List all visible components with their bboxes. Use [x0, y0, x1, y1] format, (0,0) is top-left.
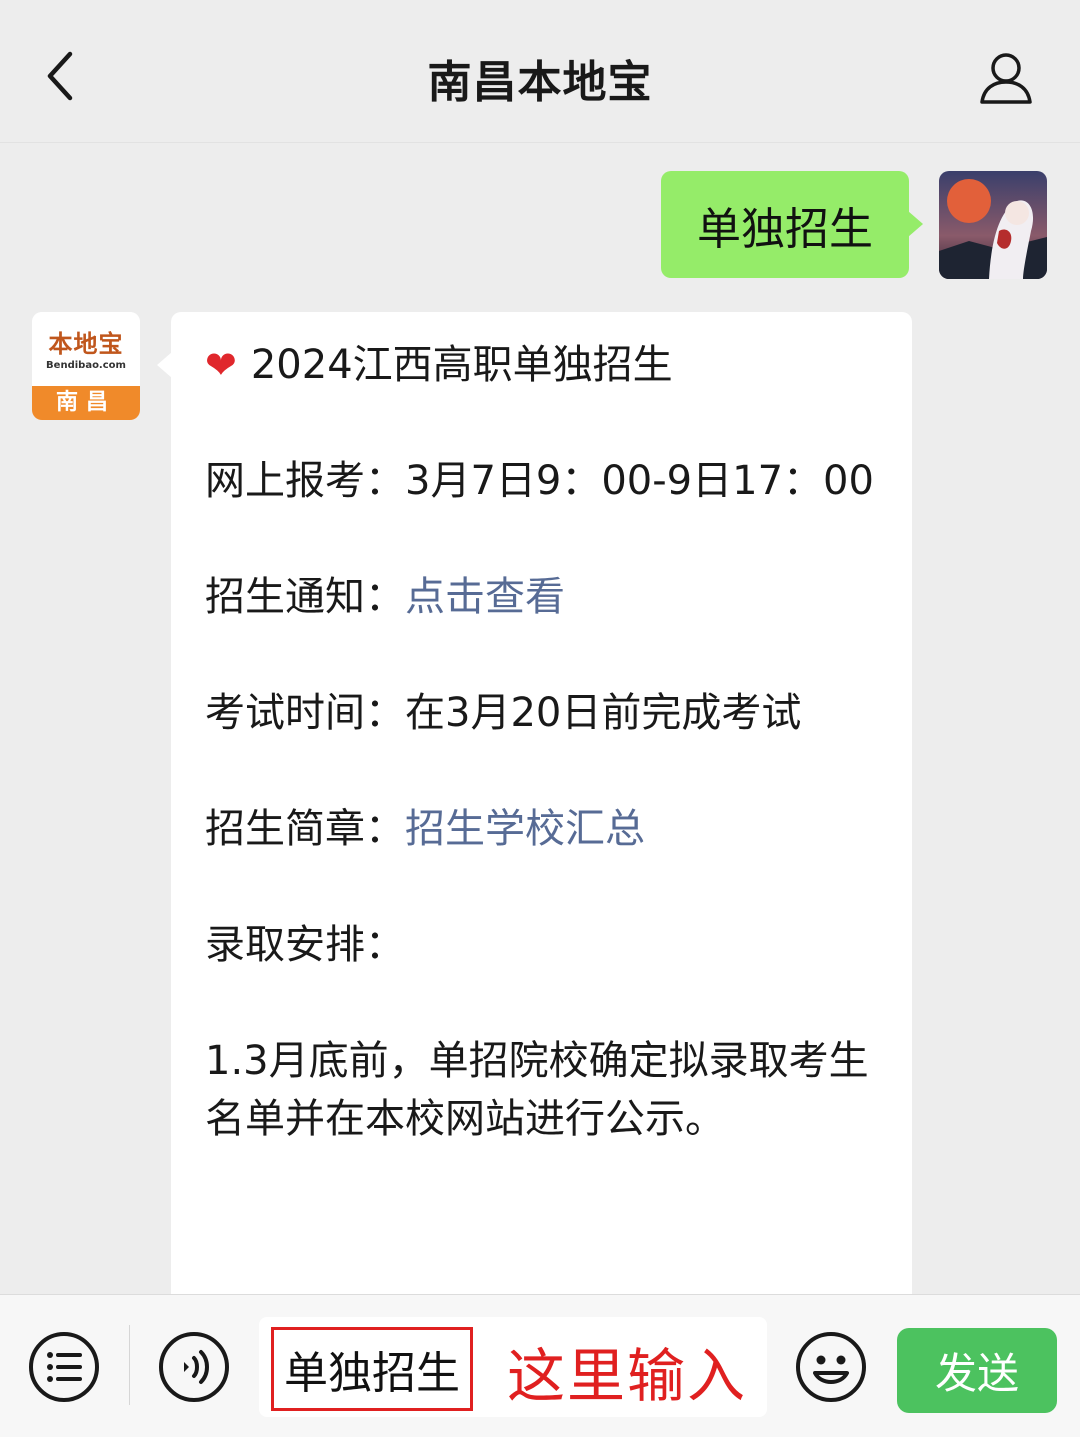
- bot-logo: 本地宝 Bendibao.com: [32, 312, 140, 384]
- exam-time-text: 考试时间：在3月20日前完成考试: [205, 690, 802, 736]
- profile-icon[interactable]: [978, 50, 1034, 106]
- notice-line: 招生通知：点击查看: [205, 568, 882, 626]
- user-message-bubble[interactable]: 单独招生: [661, 171, 923, 278]
- top-bar: 南昌本地宝: [0, 0, 1080, 143]
- emoji-icon[interactable]: [795, 1331, 867, 1403]
- page-title: 南昌本地宝: [427, 57, 653, 108]
- heart-icon: ❤: [205, 343, 237, 387]
- user-message-text: 单独招生: [697, 203, 873, 255]
- user-avatar[interactable]: [939, 171, 1047, 279]
- admission-label: 录取安排：: [205, 922, 405, 968]
- notice-label: 招生通知：: [205, 574, 405, 620]
- logo-city: 南昌: [32, 386, 140, 420]
- menu-icon[interactable]: [28, 1331, 100, 1403]
- logo-subtext: Bendibao.com: [46, 360, 126, 371]
- logo-text: 本地宝: [48, 329, 124, 358]
- brochure-label: 招生简章：: [205, 806, 405, 852]
- brochure-link[interactable]: 招生学校汇总: [405, 806, 645, 852]
- bot-message-bubble: ❤ 2024江西高职单独招生 网上报考：3月7日9：00-9日17：00 招生通知…: [157, 312, 912, 1312]
- admission-item-1: 1.3月底前，单招院校确定拟录取考生名单并在本校网站进行公示。: [205, 1038, 869, 1142]
- voice-icon[interactable]: [158, 1331, 230, 1403]
- message-heading: ❤ 2024江西高职单独招生: [205, 342, 673, 388]
- online-registration-text: 网上报考：3月7日9：00-9日17：00: [205, 458, 874, 504]
- input-value: 单独招生: [271, 1327, 473, 1411]
- divider: [129, 1325, 130, 1405]
- annotation-text: 这里输入: [507, 1342, 748, 1410]
- send-button[interactable]: 发送: [897, 1328, 1057, 1413]
- notice-link[interactable]: 点击查看: [405, 574, 565, 620]
- brochure-line: 招生简章：招生学校汇总: [205, 800, 882, 858]
- bot-avatar[interactable]: 本地宝 Bendibao.com 南昌: [32, 312, 140, 420]
- input-bar: 单独招生 这里输入 发送: [0, 1294, 1080, 1437]
- message-input[interactable]: 单独招生 这里输入: [259, 1317, 767, 1417]
